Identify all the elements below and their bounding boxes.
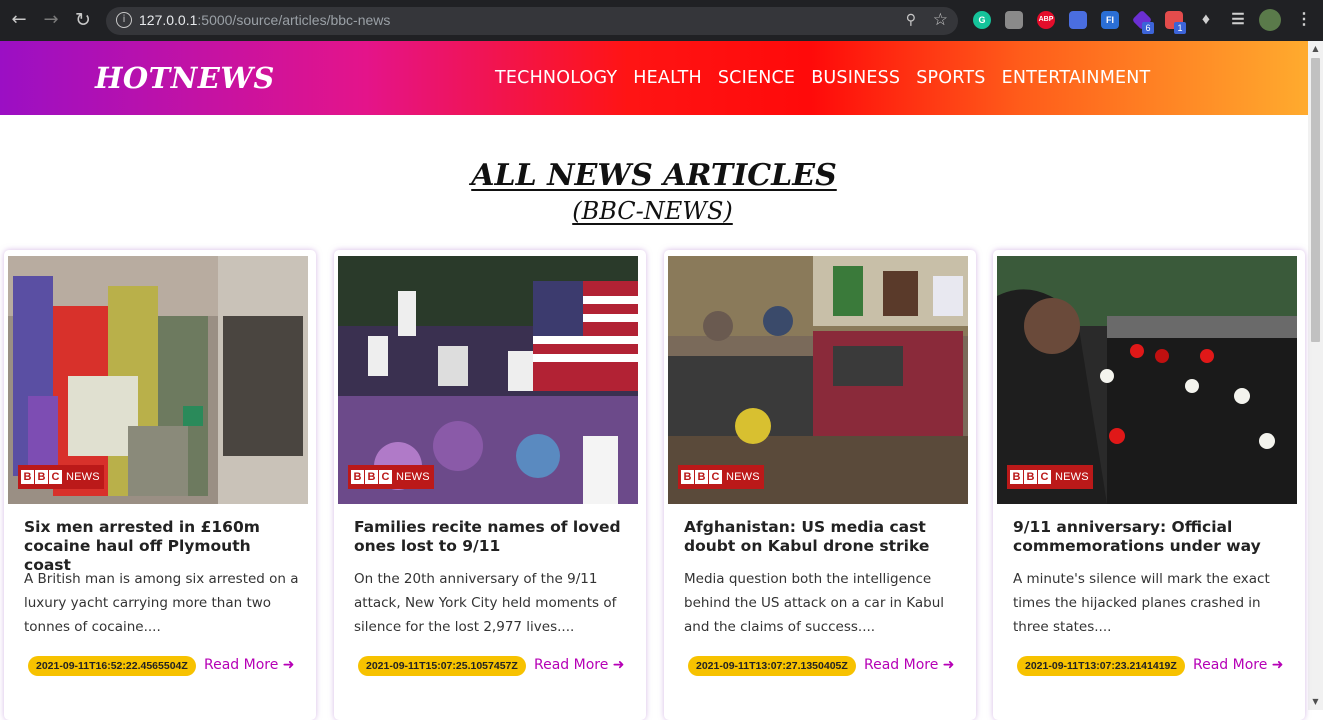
arrow-right-icon: ➜ [942,657,955,673]
bbc-news-logo: B B C NEWS [18,465,104,489]
article-title[interactable]: Families recite names of loved ones lost… [354,518,629,556]
article-description: A British man is among six arrested on a… [24,571,299,635]
bbc-news-logo: B B C NEWS [678,465,764,489]
url-host: 127.0.0.1 [139,12,198,28]
browser-toolbar: ← → ↻ i 127.0.0.1:5000/source/articles/b… [0,0,1323,41]
published-date-badge: 2021-09-11T13:07:27.1350405Z [688,656,856,676]
article-card: B B C NEWS Afghanistan: US media cast doubt… [664,250,976,720]
extensions-puzzle-icon[interactable]: ♦ [1197,11,1215,29]
article-description: On the 20th anniversary of the 9/11 atta… [354,571,617,635]
article-title[interactable]: Afghanistan: US media cast doubt on Kabu… [684,518,959,556]
arrow-right-icon: ➜ [282,657,295,673]
main-nav: TECHNOLOGY HEALTH SCIENCE BUSINESS SPORT… [495,68,1166,88]
article-image[interactable]: B B C NEWS [997,256,1297,504]
published-date-badge: 2021-09-11T15:07:25.1057457Z [358,656,526,676]
page-subtitle: (BBC-NEWS) [572,197,733,225]
page-title: ALL NEWS ARTICLES [471,158,837,193]
read-more-link[interactable]: Read More ➜ [864,657,955,673]
profile-avatar[interactable] [1259,9,1281,31]
article-image[interactable]: B B C NEWS [338,256,638,504]
nav-science[interactable]: SCIENCE [718,68,795,88]
arrow-right-icon: ➜ [612,657,625,673]
adblock-plus-icon[interactable]: ABP [1037,11,1055,29]
nav-technology[interactable]: TECHNOLOGY [495,68,617,88]
media-control-icon[interactable]: ☰ [1229,11,1247,29]
bookmark-star-icon[interactable]: ☆ [933,10,948,30]
read-more-link[interactable]: Read More ➜ [1193,657,1284,673]
scroll-up-icon[interactable]: ▲ [1308,41,1323,56]
site-info-icon[interactable]: i [116,12,132,28]
page-scrollbar[interactable]: ▲ ▼ [1308,41,1323,710]
bbc-news-logo: B B C NEWS [348,465,434,489]
scrollbar-thumb[interactable] [1311,58,1320,342]
browser-menu-icon[interactable]: ⋮ [1295,11,1313,29]
published-date-badge: 2021-09-11T13:07:23.2141419Z [1017,656,1185,676]
extension-badge: 6 [1142,22,1154,34]
bbc-news-logo: B B C NEWS [1007,465,1093,489]
zoom-icon[interactable]: ⚲ [906,12,916,28]
zoom-meeting-icon[interactable] [1069,11,1087,29]
article-image[interactable]: B B C NEWS [8,256,308,504]
published-date-badge: 2021-09-11T16:52:22.4565504Z [28,656,196,676]
address-bar[interactable]: i 127.0.0.1:5000/source/articles/bbc-new… [106,7,958,35]
article-description: A minute's silence will mark the exact t… [1013,571,1270,635]
article-card: B B C NEWS Six men arrested in £160m cocain… [4,250,316,720]
url-text[interactable]: 127.0.0.1:5000/source/articles/bbc-news [139,12,390,28]
scroll-down-icon[interactable]: ▼ [1308,696,1323,708]
site-logo[interactable]: HOTNEWS [95,61,275,95]
read-more-link[interactable]: Read More ➜ [534,657,625,673]
forward-arrow-icon[interactable]: → [40,9,62,31]
extension-badge: 1 [1174,22,1186,34]
extension-page-icon[interactable] [1005,11,1023,29]
article-title[interactable]: 9/11 anniversary: Official commemoration… [1013,518,1288,556]
site-header: HOTNEWS TECHNOLOGY HEALTH SCIENCE BUSINE… [0,41,1308,115]
nav-entertainment[interactable]: ENTERTAINMENT [1002,68,1151,88]
article-description: Media question both the intelligence beh… [684,571,945,635]
fi-extension-icon[interactable]: FI [1101,11,1119,29]
article-card: B B C NEWS 9/11 anniversary: Official comme… [993,250,1305,720]
reload-icon[interactable]: ↻ [72,9,94,31]
read-more-link[interactable]: Read More ➜ [204,657,295,673]
url-path: :5000/source/articles/bbc-news [197,12,391,28]
arrow-right-icon: ➜ [1271,657,1284,673]
article-card: B B C NEWS Families recite names of loved o… [334,250,646,720]
nav-business[interactable]: BUSINESS [811,68,900,88]
back-arrow-icon[interactable]: ← [8,9,30,31]
nav-health[interactable]: HEALTH [633,68,702,88]
grammarly-icon[interactable]: G [973,11,991,29]
article-image[interactable]: B B C NEWS [668,256,968,504]
nav-sports[interactable]: SPORTS [916,68,985,88]
